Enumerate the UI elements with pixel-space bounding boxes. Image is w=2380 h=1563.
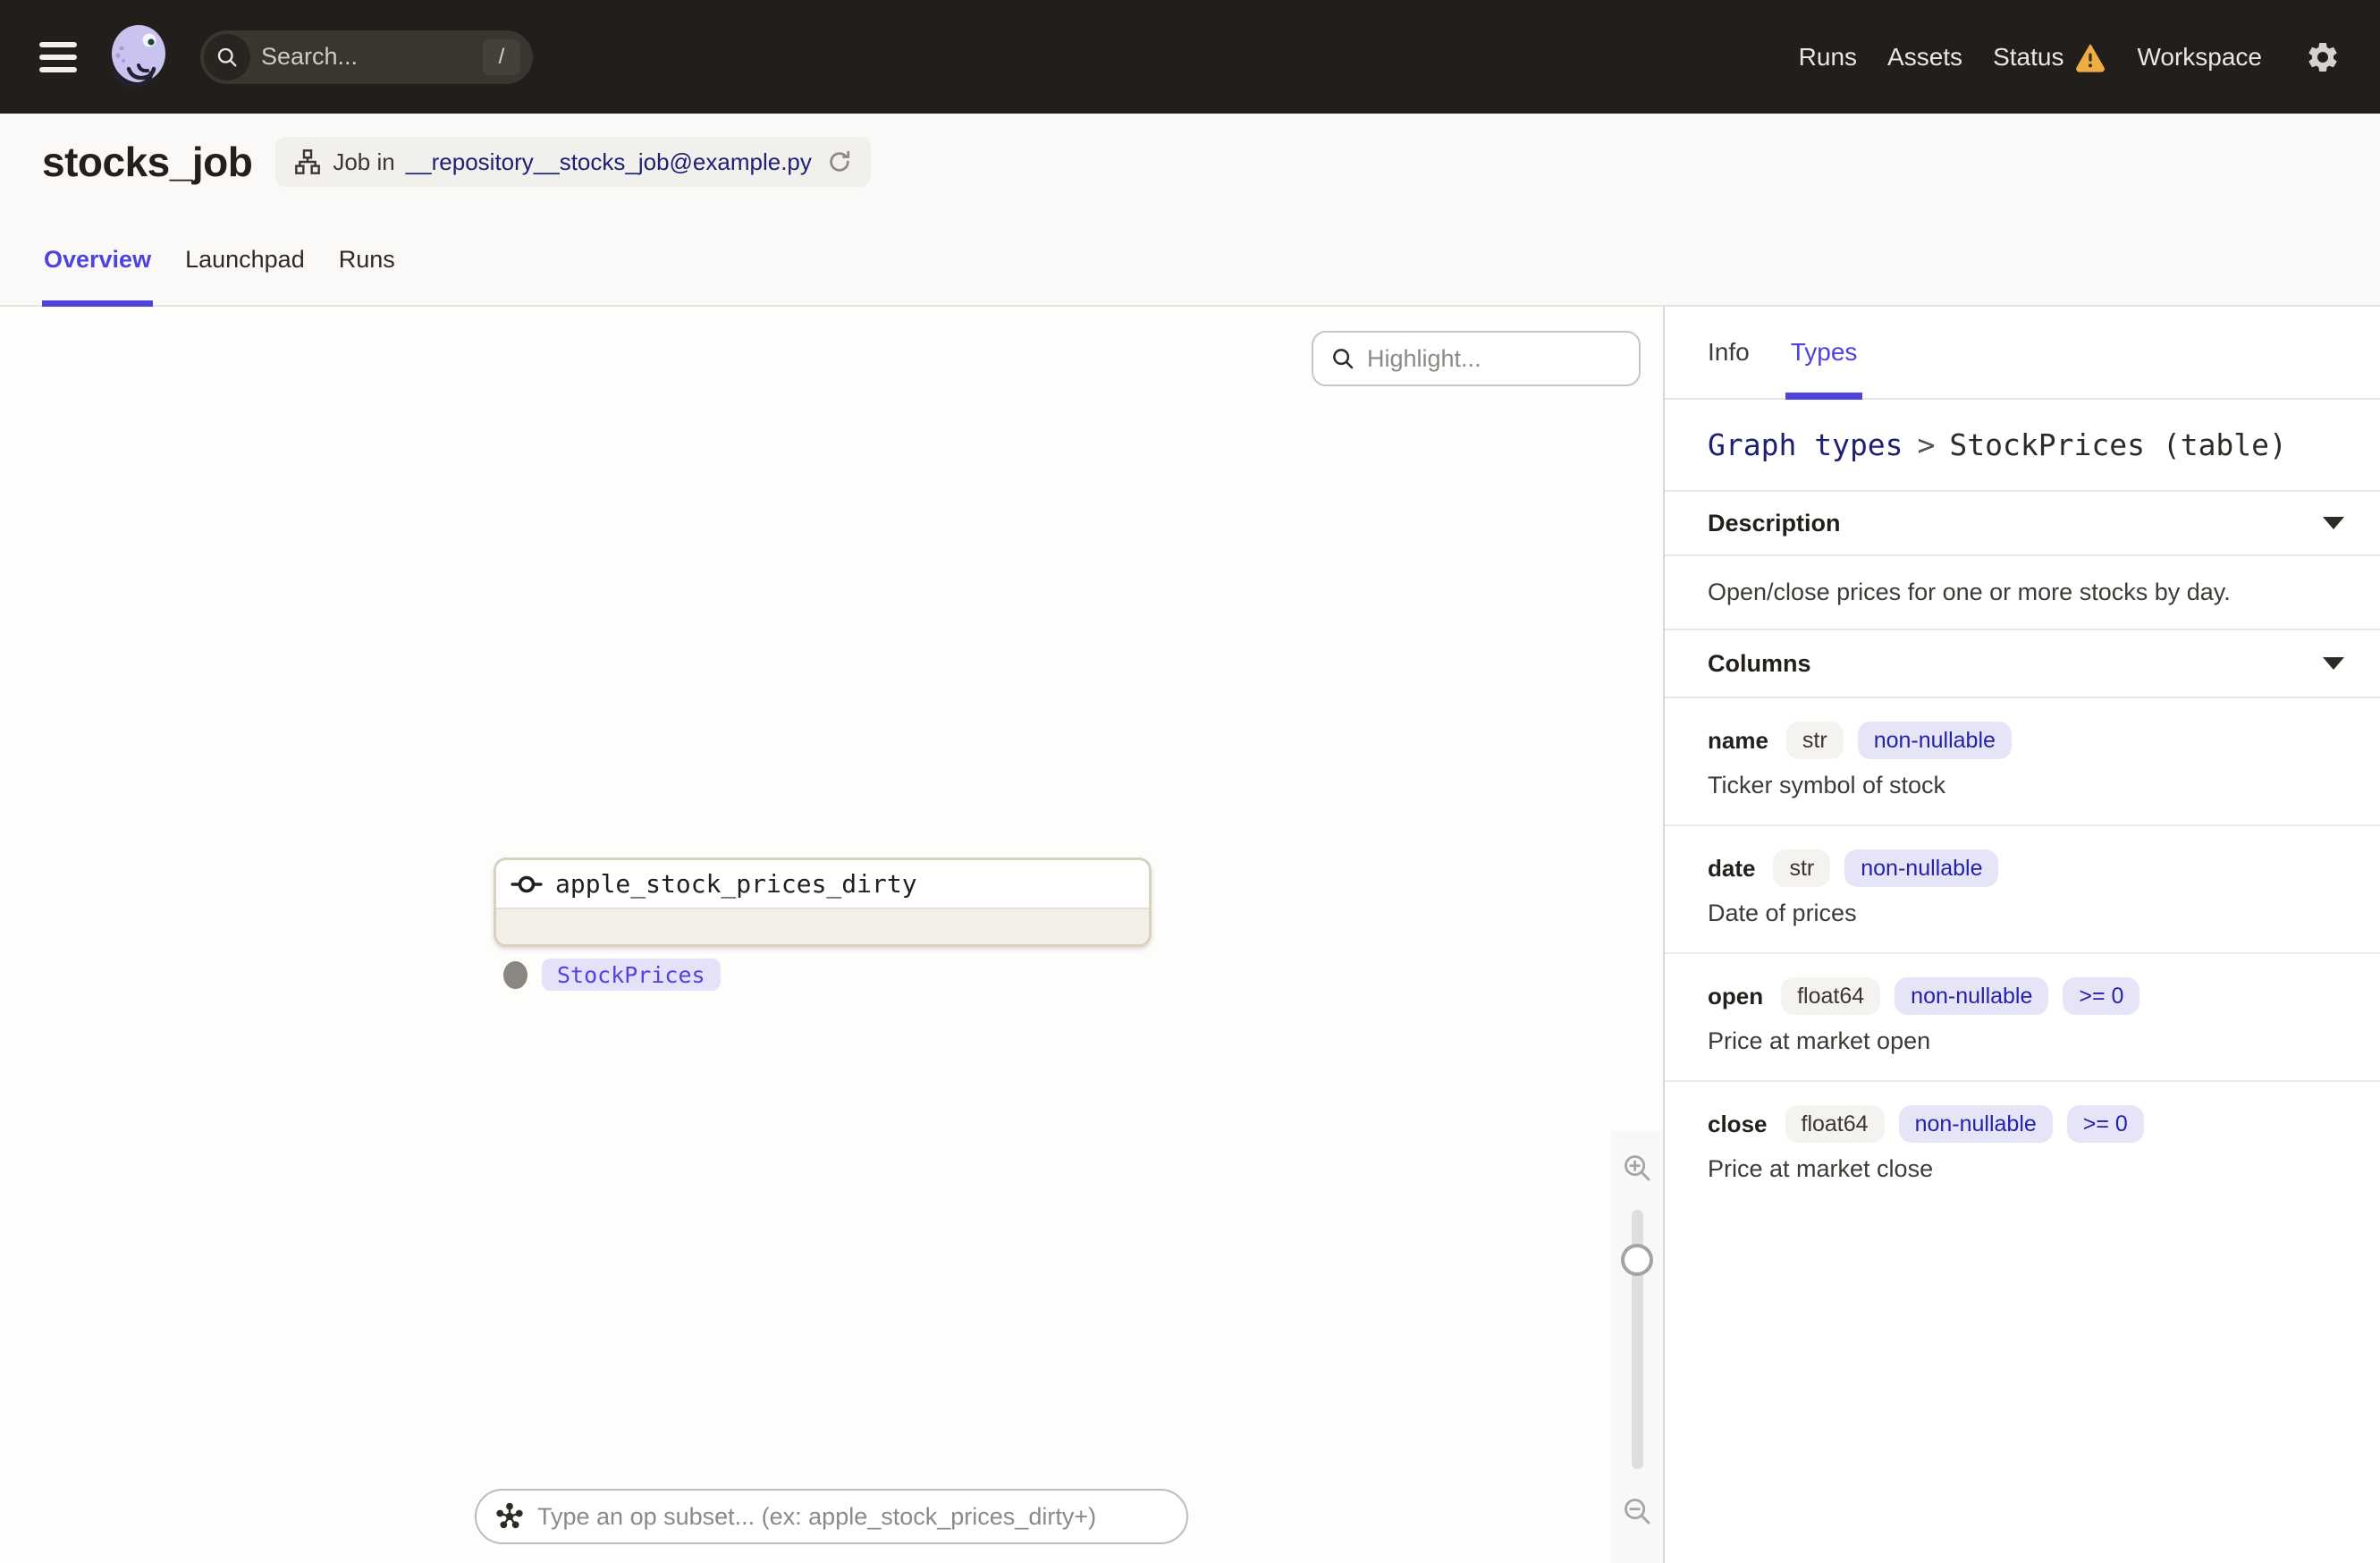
reload-icon[interactable] — [826, 148, 853, 175]
zoom-controls — [1611, 1131, 1663, 1563]
page-title: stocks_job — [42, 139, 253, 185]
zoom-out-icon[interactable] — [1620, 1494, 1654, 1528]
column-constraint-badge: >= 0 — [2066, 1105, 2144, 1143]
global-search[interactable]: / — [200, 30, 533, 84]
op-subset-filter[interactable] — [475, 1489, 1188, 1544]
panel-tabs: Info Types — [1665, 307, 2380, 400]
top-nav: / Runs Assets Status Workspace — [0, 0, 2380, 114]
zoom-slider[interactable] — [1621, 1210, 1653, 1469]
column-row-name: name str non-nullable Ticker symbol of s… — [1665, 698, 2380, 826]
global-search-input[interactable] — [261, 43, 483, 71]
job-badge-prefix: Job in — [333, 148, 395, 175]
column-type-badge: str — [1773, 849, 1831, 887]
breadcrumb: Graph types > StockPrices (table) — [1665, 400, 2380, 492]
op-selector-icon — [496, 1502, 523, 1529]
column-description: Date of prices — [1708, 900, 1857, 926]
op-graph-canvas[interactable]: apple_stock_prices_dirty StockPrices — [0, 307, 1665, 1563]
op-subset-input[interactable] — [537, 1502, 1169, 1531]
nav-item-status[interactable]: Status — [1993, 41, 2106, 73]
job-tree-icon — [295, 149, 321, 174]
tab-launchpad[interactable]: Launchpad — [183, 246, 307, 307]
nav-item-workspace[interactable]: Workspace — [2137, 43, 2262, 72]
breadcrumb-separator: > — [1917, 427, 1936, 462]
column-constraint-badge: >= 0 — [2063, 977, 2140, 1015]
column-description: Price at market close — [1708, 1155, 1934, 1182]
op-icon — [511, 875, 543, 892]
column-constraint-badge: non-nullable — [1895, 977, 2049, 1015]
menu-icon[interactable] — [39, 41, 77, 72]
warning-icon — [2076, 44, 2106, 72]
column-name: open — [1708, 982, 1764, 1010]
column-description: Ticker symbol of stock — [1708, 772, 1946, 798]
column-name: date — [1708, 854, 1756, 882]
breadcrumb-graph-types-link[interactable]: Graph types — [1708, 427, 1903, 462]
chevron-down-icon[interactable] — [2323, 517, 2344, 529]
column-type-badge: str — [1785, 722, 1844, 759]
column-row-open: open float64 non-nullable >= 0 Price at … — [1665, 954, 2380, 1082]
nav-item-runs[interactable]: Runs — [1799, 43, 1857, 72]
columns-section-title: Columns — [1708, 649, 1811, 677]
job-location-badge: Job in __repository__stocks_job@example.… — [275, 137, 871, 187]
page-tabs: Overview Launchpad Runs — [42, 246, 397, 307]
page-header: stocks_job Job in __repository__stocks_j… — [0, 114, 2380, 307]
columns-section-header[interactable]: Columns — [1665, 630, 2380, 698]
panel-tab-info[interactable]: Info — [1708, 307, 1750, 398]
search-shortcut-key: / — [483, 38, 520, 75]
column-constraint-badge: non-nullable — [1857, 722, 2012, 759]
op-node-name: apple_stock_prices_dirty — [555, 869, 917, 899]
column-constraint-badge: non-nullable — [1898, 1105, 2053, 1143]
highlight-search[interactable] — [1312, 331, 1641, 386]
tab-runs[interactable]: Runs — [337, 246, 397, 307]
output-type-tag[interactable]: StockPrices — [542, 959, 721, 991]
column-type-badge: float64 — [1781, 977, 1881, 1015]
tab-overview[interactable]: Overview — [42, 246, 154, 307]
search-icon — [1333, 349, 1354, 369]
column-row-date: date str non-nullable Date of prices — [1665, 826, 2380, 954]
column-constraint-badge: non-nullable — [1844, 849, 1999, 887]
op-node[interactable]: apple_stock_prices_dirty — [494, 858, 1152, 947]
column-description: Price at market open — [1708, 1027, 1931, 1054]
type-details-panel: Info Types Graph types > StockPrices (ta… — [1665, 307, 2380, 1563]
op-node-body — [496, 909, 1149, 944]
column-name: close — [1708, 1110, 1768, 1137]
breadcrumb-current: StockPrices (table) — [1949, 427, 2287, 462]
output-port — [503, 960, 527, 989]
job-location-link[interactable]: __repository__stocks_job@example.py — [406, 148, 812, 176]
description-section-header[interactable]: Description — [1665, 492, 2380, 556]
highlight-input[interactable] — [1367, 344, 1623, 373]
zoom-slider-thumb[interactable] — [1621, 1244, 1653, 1276]
panel-tab-types[interactable]: Types — [1785, 307, 1863, 400]
nav-item-assets[interactable]: Assets — [1887, 43, 1962, 72]
column-row-close: close float64 non-nullable >= 0 Price at… — [1665, 1082, 2380, 1208]
description-section-title: Description — [1708, 509, 1841, 536]
chevron-down-icon[interactable] — [2323, 657, 2344, 670]
search-icon — [204, 33, 250, 80]
type-description: Open/close prices for one or more stocks… — [1665, 556, 2380, 630]
column-type-badge: float64 — [1785, 1105, 1885, 1143]
column-name: name — [1708, 726, 1768, 754]
settings-gear-icon[interactable] — [2305, 39, 2341, 75]
zoom-in-icon[interactable] — [1620, 1151, 1654, 1185]
dagster-logo-icon[interactable] — [102, 20, 173, 95]
